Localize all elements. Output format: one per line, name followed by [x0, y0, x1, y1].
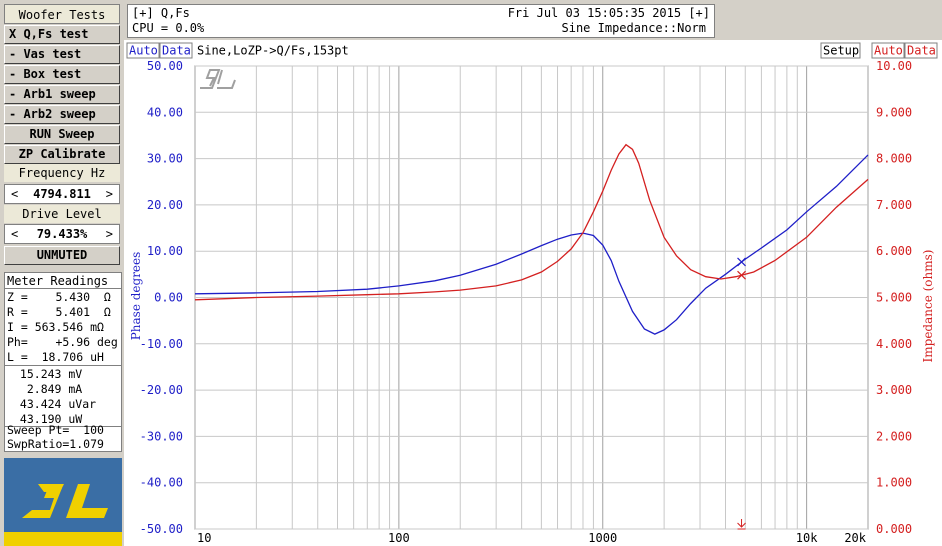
panel-title: Woofer Tests [4, 4, 120, 24]
meter-row: 43.424 uVar [13, 397, 97, 411]
data-left-button[interactable]: Data [162, 44, 191, 58]
frequency-increase-button[interactable]: > [106, 185, 113, 203]
right-tick-label: 0.000 [876, 522, 912, 536]
drive-increase-button[interactable]: > [106, 225, 113, 243]
vas-test-button[interactable]: - Vas test [4, 45, 120, 64]
impedance-phase-chart: Auto Data Sine,LoZP->Q/Fs,153pt Setup Au… [124, 40, 942, 546]
right-tick-label: 2.000 [876, 429, 912, 443]
drive-level-label: Drive Level [4, 205, 120, 223]
arb1-sweep-button[interactable]: - Arb1 sweep [4, 85, 120, 104]
right-tick-label: 6.000 [876, 244, 912, 258]
x-tick-label: 20k [844, 531, 866, 545]
x-tick-label: 10 [197, 531, 211, 545]
meter-readings: Meter Readings Z = 5.430 Ω R = 5.401 Ω I… [4, 272, 122, 452]
left-axis-label: Phase degrees [129, 252, 143, 341]
run-sweep-button[interactable]: RUN Sweep [4, 125, 120, 144]
meter-row: Z = 5.430 Ω [7, 290, 111, 304]
meter-divider [5, 288, 121, 289]
plot-menu-label[interactable]: [+] Q,Fs [132, 6, 190, 20]
data-right-button[interactable]: Data [907, 44, 936, 58]
right-tick-label: 4.000 [876, 337, 912, 351]
arb2-sweep-button[interactable]: - Arb2 sweep [4, 105, 120, 124]
chart-title: Sine,LoZP->Q/Fs,153pt [197, 44, 349, 58]
meter-row: R = 5.401 Ω [7, 305, 111, 319]
meter-row: Ph= +5.96 deg [7, 335, 118, 349]
left-tick-label: 30.00 [147, 152, 183, 166]
left-tick-label: -50.00 [140, 522, 183, 536]
meter-row: 2.849 mA [13, 382, 83, 396]
meter-divider [5, 365, 121, 366]
x-tick-label: 100 [388, 531, 410, 545]
mode-label: Sine Impedance::Norm [561, 21, 707, 35]
right-axis-label: Impedance (ohms) [921, 250, 935, 363]
meter-row: Sweep Pt= 100 [7, 423, 104, 437]
cpu-label: CPU = 0.0% [132, 21, 205, 35]
left-tick-label: 0.00 [154, 291, 183, 305]
zp-calibrate-button[interactable]: ZP Calibrate [4, 145, 120, 164]
left-tick-label: -10.00 [140, 337, 183, 351]
right-tick-label: 8.000 [876, 152, 912, 166]
left-tick-label: -40.00 [140, 476, 183, 490]
drive-level-value[interactable]: 79.433% [5, 225, 119, 243]
meter-row: SwpRatio=1.079 [7, 437, 104, 451]
right-tick-label: 3.000 [876, 383, 912, 397]
frequency-label: Frequency Hz [4, 164, 120, 182]
meter-row: L = 18.706 uH [7, 350, 104, 364]
x-tick-label: 1000 [588, 531, 617, 545]
left-tick-label: 40.00 [147, 105, 183, 119]
mute-toggle-button[interactable]: UNMUTED [4, 246, 120, 265]
frequency-spinner[interactable]: < 4794.811 > [4, 184, 120, 204]
sl-logo-icon [4, 458, 122, 546]
right-tick-label: 10.00 [876, 59, 912, 73]
auto-left-button[interactable]: Auto [129, 44, 158, 58]
datetime-label[interactable]: Fri Jul 03 15:05:35 2015 [+] [508, 6, 710, 20]
company-logo [4, 458, 122, 546]
setup-button[interactable]: Setup [823, 44, 859, 58]
meter-title: Meter Readings [7, 274, 109, 288]
left-tick-label: 10.00 [147, 244, 183, 258]
right-tick-label: 1.000 [876, 476, 912, 490]
meter-row: I = 563.546 mΩ [7, 320, 104, 334]
left-panel: Woofer Tests X Q,Fs test - Vas test - Bo… [0, 0, 124, 546]
auto-right-button[interactable]: Auto [874, 44, 903, 58]
drive-level-spinner[interactable]: < 79.433% > [4, 224, 120, 244]
frequency-value[interactable]: 4794.811 [5, 185, 119, 203]
left-tick-label: 50.00 [147, 59, 183, 73]
right-tick-label: 5.000 [876, 291, 912, 305]
left-tick-label: -20.00 [140, 383, 183, 397]
box-test-button[interactable]: - Box test [4, 65, 120, 84]
status-bar: [+] Q,Fs Fri Jul 03 15:05:35 2015 [+] CP… [127, 4, 715, 38]
meter-row: 15.243 mV [13, 367, 83, 381]
qfs-test-button[interactable]: X Q,Fs test [4, 25, 120, 44]
x-tick-label: 10k [796, 531, 818, 545]
left-tick-label: 20.00 [147, 198, 183, 212]
right-tick-label: 7.000 [876, 198, 912, 212]
right-tick-label: 9.000 [876, 105, 912, 119]
left-tick-label: -30.00 [140, 429, 183, 443]
